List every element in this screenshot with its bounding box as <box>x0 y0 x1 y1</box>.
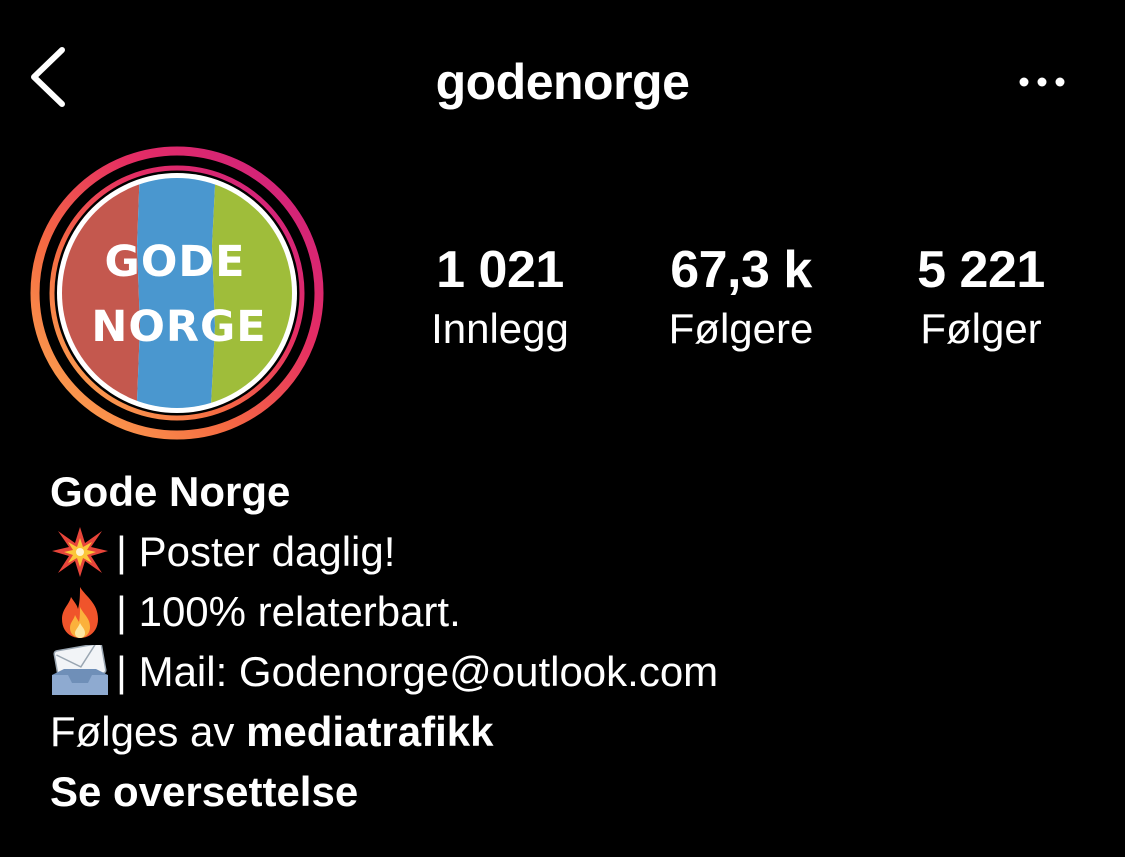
posts-label: Innlegg <box>431 305 569 352</box>
profile-username-title: godenorge <box>435 54 690 110</box>
followed-by-prefix: Følges av <box>50 708 247 755</box>
bio-line-mail: | Mail: Godenorge@outlook.com <box>50 642 1110 702</box>
bio-line-posting-text: | Poster daglig! <box>116 528 396 575</box>
posts-count-button[interactable]: 1 021 Innlegg <box>380 238 620 358</box>
followers-count-button[interactable]: 67,3 k Følgere <box>621 238 861 358</box>
fire-emoji-icon <box>62 587 98 638</box>
following-count-button[interactable]: 5 221 Følger <box>861 238 1101 358</box>
following-count: 5 221 <box>917 241 1045 299</box>
followed-by-user-link[interactable]: mediatrafikk <box>246 702 493 762</box>
profile-display-name: Gode Norge <box>50 468 291 515</box>
bio-line-mail-text: | Mail: Godenorge@outlook.com <box>116 648 719 695</box>
followed-by: Følges av mediatrafikk <box>50 702 1110 762</box>
profile-bio: Gode Norge | Poster daglig! | 100% relat… <box>50 462 1110 822</box>
bio-line-posting: | Poster daglig! <box>50 522 1110 582</box>
more-horizontal-icon[interactable] <box>1012 62 1072 102</box>
profile-stats: 1 021 Innlegg 67,3 k Følgere 5 221 Følge… <box>0 238 1125 368</box>
collision-emoji-icon <box>52 527 108 577</box>
following-label: Følger <box>920 305 1042 352</box>
followers-count: 67,3 k <box>670 241 812 299</box>
followers-label: Følgere <box>668 305 814 352</box>
see-translation-link[interactable]: Se oversettelse <box>50 762 1110 822</box>
posts-count: 1 021 <box>436 241 564 299</box>
bio-line-relatable: | 100% relaterbart. <box>50 582 1110 642</box>
bio-line-relatable-text: | 100% relaterbart. <box>116 588 461 635</box>
top-navigation-bar: godenorge <box>0 0 1125 160</box>
envelope-tray-emoji-icon <box>52 645 108 695</box>
